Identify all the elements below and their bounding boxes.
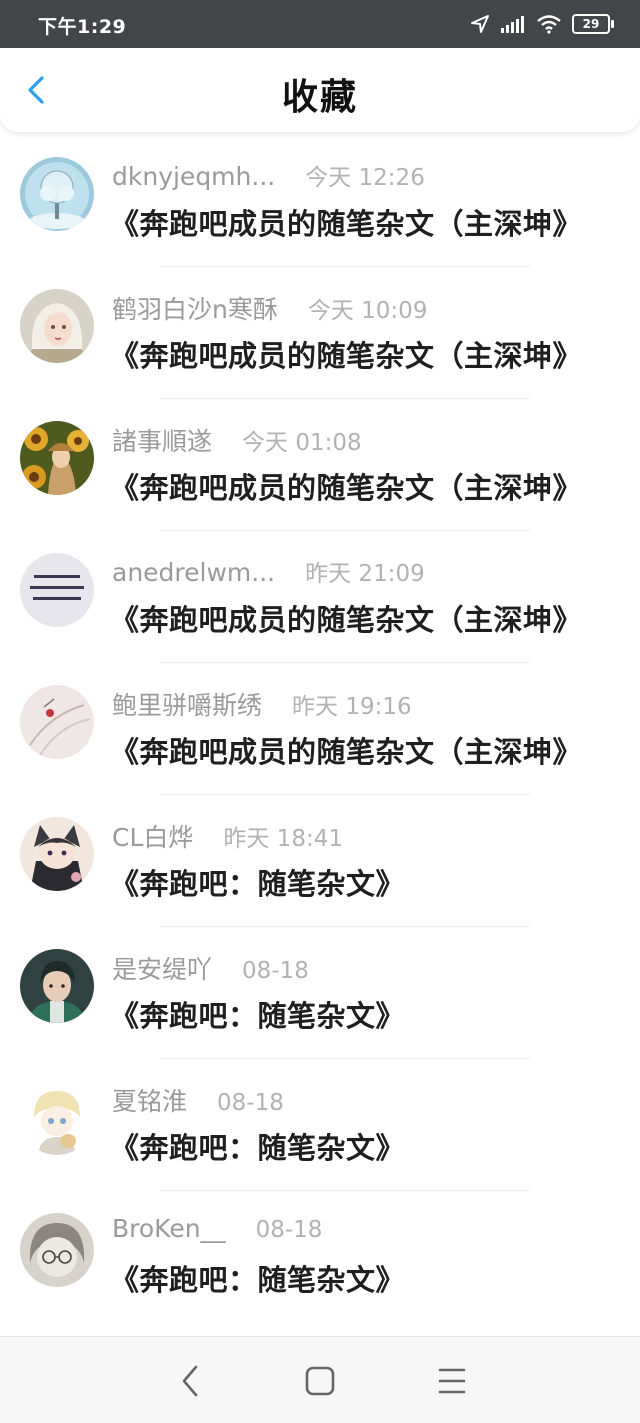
item-username[interactable]: 夏铭淮 (112, 1087, 187, 1116)
battery-icon: 29 (572, 14, 614, 34)
item-username[interactable]: CL白烨 (112, 823, 193, 852)
item-title[interactable]: 《奔跑吧成员的随笔杂文（主深坤》 (110, 729, 582, 771)
item-title[interactable]: 《奔跑吧：随笔杂文》 (110, 1125, 405, 1167)
item-meta: 夏铭淮 08-18 (112, 1082, 284, 1118)
nav-back-button[interactable] (170, 1363, 210, 1399)
avatar[interactable] (20, 1213, 94, 1287)
avatar-girl-white-hair-image (20, 289, 94, 363)
item-time: 08-18 (217, 1090, 284, 1116)
item-meta: 諸事順遂 今天 01:08 (112, 422, 362, 458)
status-icons: 29 (470, 10, 614, 38)
nav-menu-button[interactable] (432, 1363, 472, 1399)
list-item[interactable]: 是安缇吖 08-18 《奔跑吧：随笔杂文》 (0, 927, 640, 1059)
item-title[interactable]: 《奔跑吧：随笔杂文》 (110, 993, 405, 1035)
item-meta: 鹤羽白沙n寒酥 今天 10:09 (112, 290, 427, 326)
list-item[interactable]: 諸事順遂 今天 01:08 《奔跑吧成员的随笔杂文（主深坤》 (0, 399, 640, 531)
app-header: 收藏 (0, 48, 640, 132)
list-item[interactable]: anedrelwm... 昨天 21:09 《奔跑吧成员的随笔杂文（主深坤》 (0, 531, 640, 663)
item-time: 今天 01:08 (242, 430, 362, 456)
item-title[interactable]: 《奔跑吧成员的随笔杂文（主深坤》 (110, 465, 582, 507)
nav-home-button[interactable] (300, 1363, 340, 1399)
item-time: 今天 10:09 (307, 298, 428, 324)
item-username[interactable]: 諸事順遂 (112, 427, 212, 456)
wifi-icon (537, 15, 561, 34)
avatar[interactable] (20, 685, 94, 759)
list-item[interactable]: 夏铭淮 08-18 《奔跑吧：随笔杂文》 (0, 1059, 640, 1191)
menu-lines-icon (438, 1368, 466, 1394)
item-time: 昨天 21:09 (305, 561, 425, 587)
item-meta: dknyjeqmh... 今天 12:26 (112, 158, 425, 192)
avatar[interactable] (20, 817, 94, 891)
avatar[interactable] (20, 949, 94, 1023)
favorites-list: dknyjeqmh... 今天 12:26 《奔跑吧成员的随笔杂文（主深坤》 鹤羽… (0, 135, 640, 1323)
system-nav-bar (0, 1336, 640, 1423)
item-meta: 鲍里骈嚼斯绣 昨天 19:16 (112, 686, 412, 722)
home-square-icon (305, 1366, 335, 1396)
avatar[interactable] (20, 157, 94, 231)
item-title[interactable]: 《奔跑吧成员的随笔杂文（主深坤》 (110, 597, 582, 639)
back-triangle-icon (182, 1365, 198, 1397)
avatar[interactable] (20, 553, 94, 627)
item-username[interactable]: 鹤羽白沙n寒酥 (112, 295, 278, 324)
page-title: 收藏 (281, 77, 358, 118)
item-username[interactable]: dknyjeqmh... (112, 162, 275, 191)
list-item[interactable]: CL白烨 昨天 18:41 《奔跑吧：随笔杂文》 (0, 795, 640, 927)
avatar[interactable] (20, 421, 94, 495)
item-title[interactable]: 《奔跑吧成员的随笔杂文（主深坤》 (110, 333, 582, 375)
item-time: 昨天 18:41 (223, 826, 343, 852)
item-time: 08-18 (255, 1217, 323, 1243)
item-username[interactable]: anedrelwm... (112, 558, 275, 587)
item-title[interactable]: 《奔跑吧成员的随笔杂文（主深坤》 (110, 201, 582, 243)
item-meta: anedrelwm... 昨天 21:09 (112, 554, 425, 588)
status-time: 下午1:29 (38, 16, 127, 38)
list-item[interactable]: 鹤羽白沙n寒酥 今天 10:09 《奔跑吧成员的随笔杂文（主深坤》 (0, 267, 640, 399)
item-username[interactable]: 鲍里骈嚼斯绣 (112, 691, 262, 720)
item-meta: 是安缇吖 08-18 (112, 950, 309, 986)
avatar[interactable] (20, 289, 94, 363)
avatar-glasses-sketch-image (20, 1213, 94, 1287)
item-username[interactable]: BroKen__ (112, 1214, 226, 1243)
item-title[interactable]: 《奔跑吧：随笔杂文》 (110, 1257, 405, 1299)
avatar[interactable] (20, 1081, 94, 1155)
location-arrow-icon (471, 15, 489, 33)
status-bar: 下午1:29 29 (0, 0, 640, 48)
avatar-snow-tree-image (20, 157, 94, 231)
list-item[interactable]: 鲍里骈嚼斯绣 昨天 19:16 《奔跑吧成员的随笔杂文（主深坤》 (0, 663, 640, 795)
item-title[interactable]: 《奔跑吧：随笔杂文》 (110, 861, 405, 903)
item-time: 08-18 (242, 958, 309, 984)
avatar-chibi-blonde-image (20, 1081, 94, 1155)
avatar-green-jacket-image (20, 949, 94, 1023)
avatar-sunflower-image (20, 421, 94, 495)
item-username[interactable]: 是安缇吖 (112, 955, 212, 984)
item-meta: CL白烨 昨天 18:41 (112, 818, 343, 854)
avatar-cat-girl-image (20, 817, 94, 891)
avatar-calligraphy-text-image (20, 553, 94, 627)
item-meta: BroKen__ 08-18 (112, 1214, 322, 1243)
item-time: 昨天 19:16 (292, 694, 412, 720)
list-item[interactable]: BroKen__ 08-18 《奔跑吧：随笔杂文》 (0, 1191, 640, 1323)
list-item[interactable]: dknyjeqmh... 今天 12:26 《奔跑吧成员的随笔杂文（主深坤》 (0, 135, 640, 267)
avatar-sketch-image (20, 685, 94, 759)
signal-icon (501, 16, 524, 33)
item-time: 今天 12:26 (305, 165, 425, 191)
battery-level: 29 (582, 17, 600, 31)
